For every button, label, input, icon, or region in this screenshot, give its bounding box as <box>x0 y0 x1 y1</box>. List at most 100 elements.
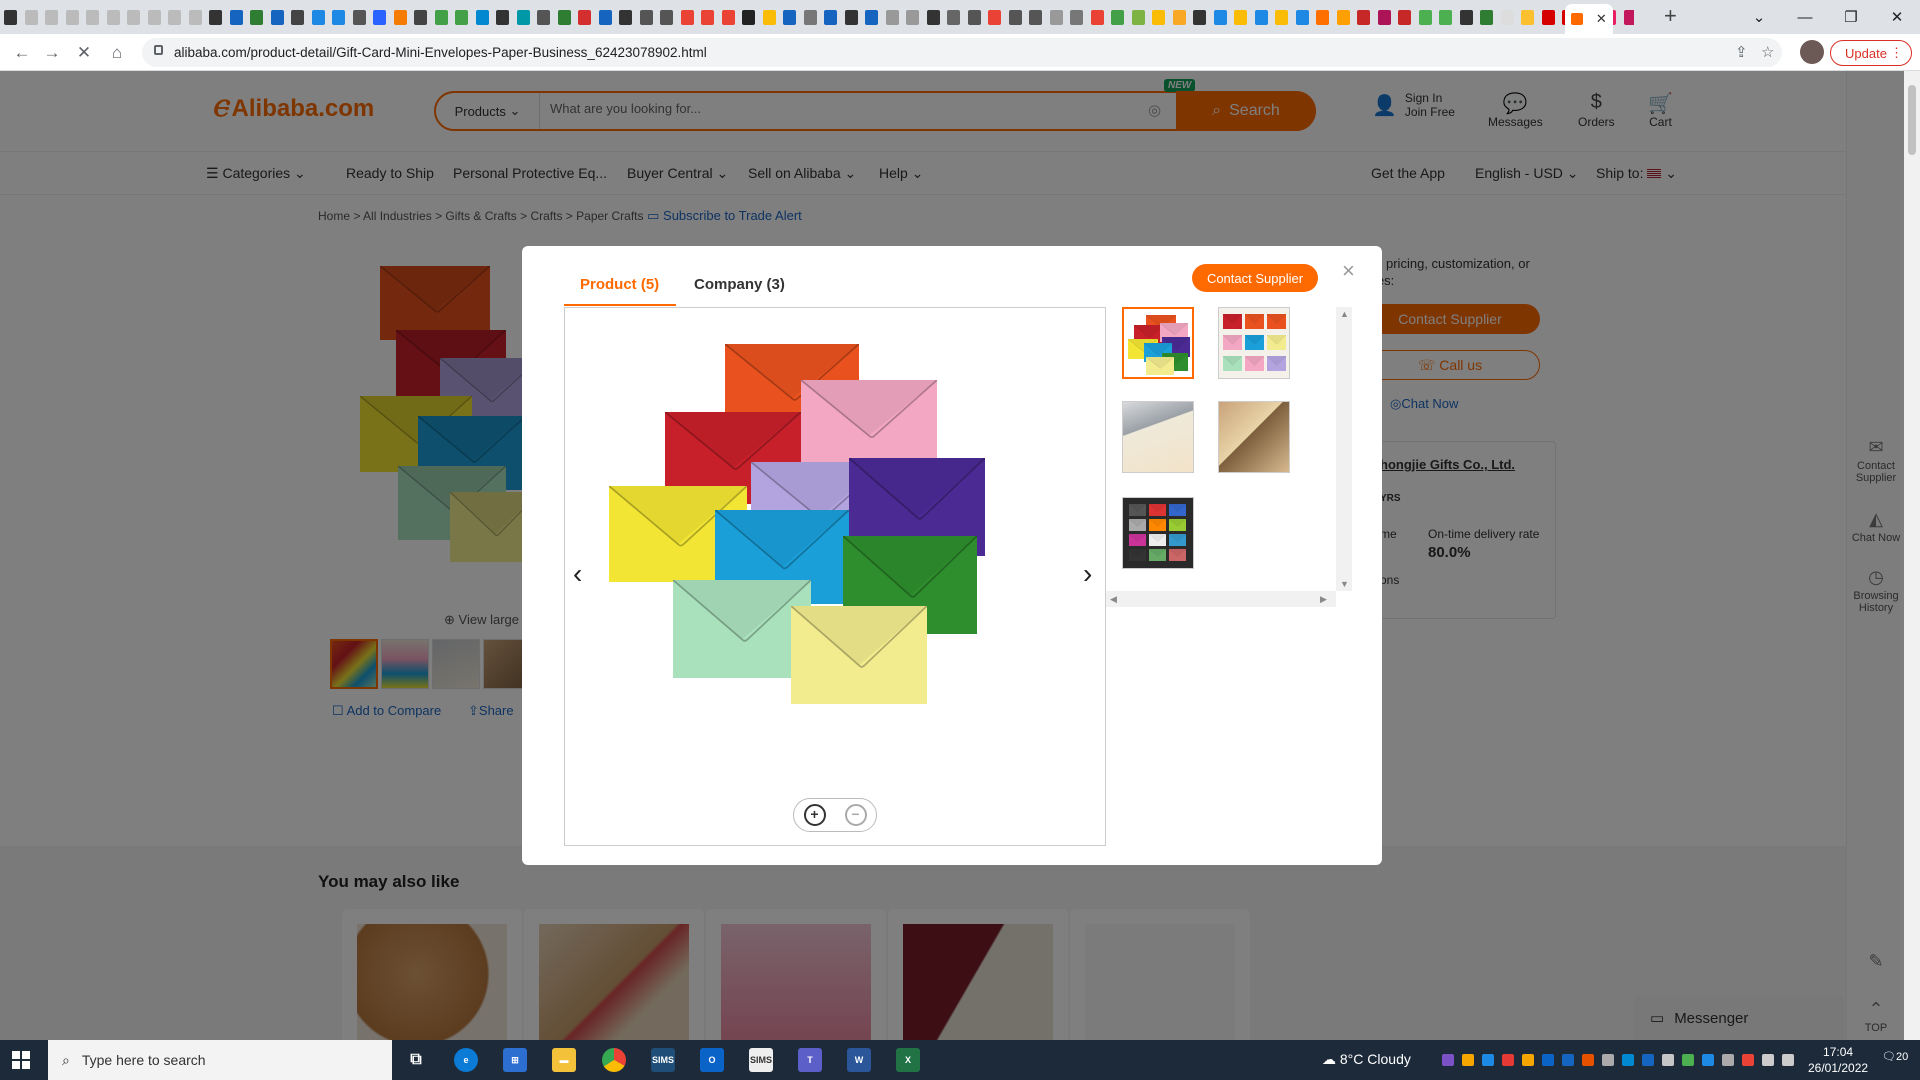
chrome-icon[interactable] <box>602 1048 626 1072</box>
browser-tab-favicon-icon[interactable] <box>1008 9 1022 25</box>
weather-widget[interactable]: ☁ 8°C Cloudy <box>1322 1051 1411 1068</box>
browser-tab-favicon-icon[interactable] <box>106 9 120 25</box>
browser-tab-favicon-icon[interactable] <box>1623 9 1634 25</box>
maximize-button[interactable]: ❐ <box>1828 0 1874 34</box>
browser-tab-favicon-icon[interactable] <box>1152 9 1165 25</box>
browser-tab-favicon-icon[interactable] <box>188 9 202 25</box>
tray-app-icon[interactable] <box>1762 1054 1774 1066</box>
tray-app-icon[interactable] <box>1702 1054 1714 1066</box>
tray-app-icon[interactable] <box>1442 1054 1454 1066</box>
browser-tab-favicon-icon[interactable] <box>967 9 981 25</box>
scroll-right-icon[interactable]: ▶ <box>1320 594 1327 605</box>
zoom-out-icon[interactable]: − <box>844 804 867 826</box>
browser-tab-favicon-icon[interactable] <box>332 9 345 25</box>
word-icon[interactable]: W <box>847 1048 871 1072</box>
browser-tab-favicon-icon[interactable] <box>1480 9 1493 25</box>
browser-tab-favicon-icon[interactable] <box>1172 9 1186 25</box>
browser-tab-favicon-icon[interactable] <box>127 9 140 25</box>
browser-tab-favicon-icon[interactable] <box>516 9 530 25</box>
browser-tab-favicon-icon[interactable] <box>865 9 878 25</box>
thumbnail-2[interactable] <box>1218 307 1290 379</box>
tray-app-icon[interactable] <box>1742 1054 1754 1066</box>
notifications-icon[interactable]: 🗨20 <box>1882 1050 1908 1063</box>
edge-icon[interactable]: e <box>454 1048 478 1072</box>
browser-tab-favicon-icon[interactable] <box>947 9 960 25</box>
browser-tab-favicon-icon[interactable] <box>578 9 591 25</box>
tray-app-icon[interactable] <box>1682 1054 1694 1066</box>
browser-tab-favicon-icon[interactable] <box>1275 9 1288 25</box>
thumbnail-5[interactable] <box>1122 497 1194 569</box>
browser-tab-favicon-icon[interactable] <box>373 9 386 25</box>
bookmark-star-icon[interactable]: ☆ <box>1761 43 1774 61</box>
browser-tab-favicon-icon[interactable] <box>270 9 284 25</box>
browser-tab-favicon-icon[interactable] <box>1193 9 1206 25</box>
tray-app-icon[interactable] <box>1462 1054 1474 1066</box>
browser-tab-favicon-icon[interactable] <box>1521 9 1534 25</box>
scroll-up-icon[interactable]: ▲ <box>1340 309 1349 319</box>
browser-tab-favicon-icon[interactable] <box>1398 9 1411 25</box>
thumbnail-3[interactable] <box>1122 401 1194 473</box>
browser-tab-favicon-icon[interactable] <box>1377 9 1391 25</box>
browser-tab-favicon-icon[interactable] <box>86 9 99 25</box>
tray-app-icon[interactable] <box>1482 1054 1494 1066</box>
browser-tab-favicon-icon[interactable] <box>209 9 222 25</box>
next-arrow-icon[interactable]: › <box>1083 558 1092 590</box>
taskbar-search[interactable]: ⌕ Type here to search <box>48 1040 392 1080</box>
browser-tab-favicon-icon[interactable] <box>1357 9 1370 25</box>
browser-tab-favicon-icon[interactable] <box>1234 9 1247 25</box>
browser-tab-favicon-icon[interactable] <box>1049 9 1063 25</box>
forward-button[interactable]: → <box>40 41 64 65</box>
browser-tab-favicon-icon[interactable] <box>1316 9 1329 25</box>
thumbnail-vscrollbar[interactable]: ▲ ▼ <box>1336 307 1352 591</box>
browser-tab-favicon-icon[interactable] <box>537 9 550 25</box>
thumbnail-hscrollbar[interactable]: ◀ ▶ <box>1106 591 1336 607</box>
prev-arrow-icon[interactable]: ‹ <box>573 558 582 590</box>
address-bar[interactable]: alibaba.com/product-detail/Gift-Card-Min… <box>142 38 1782 67</box>
browser-tab-favicon-icon[interactable] <box>352 9 366 25</box>
scroll-down-icon[interactable]: ▼ <box>1340 579 1349 589</box>
browser-tab-favicon-icon[interactable] <box>1459 9 1473 25</box>
close-window-button[interactable]: ✕ <box>1874 0 1920 34</box>
tray-app-icon[interactable] <box>1642 1054 1654 1066</box>
minimize-button[interactable]: — <box>1782 0 1828 34</box>
stop-loading-button[interactable]: ✕ <box>72 41 96 65</box>
browser-tab-favicon-icon[interactable] <box>1029 9 1042 25</box>
browser-tab-favicon-icon[interactable] <box>229 9 243 25</box>
teams-icon[interactable]: T <box>798 1048 822 1072</box>
browser-tab-favicon-icon[interactable] <box>147 9 161 25</box>
browser-tab-favicon-icon[interactable] <box>988 9 1001 25</box>
browser-tab-favicon-icon[interactable] <box>1254 9 1268 25</box>
browser-tab-favicon-icon[interactable] <box>701 9 714 25</box>
tray-app-icon[interactable] <box>1582 1054 1594 1066</box>
task-view-icon[interactable]: ⧉ <box>404 1048 428 1072</box>
browser-tab-favicon-icon[interactable] <box>598 9 612 25</box>
browser-tab-favicon-icon[interactable] <box>250 9 263 25</box>
home-icon[interactable]: ⌂ <box>105 41 129 65</box>
update-button[interactable]: Update ⋮ <box>1830 40 1912 66</box>
browser-tab-favicon-icon[interactable] <box>844 9 858 25</box>
tray-app-icon[interactable] <box>1782 1054 1794 1066</box>
browser-tab-favicon-icon[interactable] <box>906 9 919 25</box>
tray-app-icon[interactable] <box>1562 1054 1574 1066</box>
browser-tab-favicon-icon[interactable] <box>639 9 653 25</box>
tab-search-icon[interactable]: ⌄ <box>1736 0 1782 34</box>
browser-tab-favicon-icon[interactable] <box>557 9 571 25</box>
tab-company[interactable]: Company (3) <box>694 276 785 293</box>
browser-tab-favicon-icon[interactable] <box>291 9 304 25</box>
browser-tab-favicon-icon[interactable] <box>619 9 632 25</box>
browser-tab-favicon-icon[interactable] <box>455 9 468 25</box>
browser-tab-favicon-icon[interactable] <box>824 9 837 25</box>
close-icon[interactable]: × <box>1342 258 1355 284</box>
browser-tab-favicon-icon[interactable] <box>885 9 899 25</box>
browser-tab-favicon-icon[interactable] <box>1439 9 1452 25</box>
browser-tab-favicon-icon[interactable] <box>1090 9 1104 25</box>
browser-tab-favicon-icon[interactable] <box>762 9 776 25</box>
tray-app-icon[interactable] <box>1542 1054 1554 1066</box>
browser-tab-favicon-icon[interactable] <box>65 9 79 25</box>
browser-tab-favicon-icon[interactable] <box>1500 9 1514 25</box>
browser-tab-favicon-icon[interactable] <box>680 9 694 25</box>
thumbnail-1[interactable] <box>1122 307 1194 379</box>
tray-app-icon[interactable] <box>1502 1054 1514 1066</box>
browser-tab-favicon-icon[interactable] <box>742 9 755 25</box>
browser-tab-favicon-icon[interactable] <box>721 9 735 25</box>
